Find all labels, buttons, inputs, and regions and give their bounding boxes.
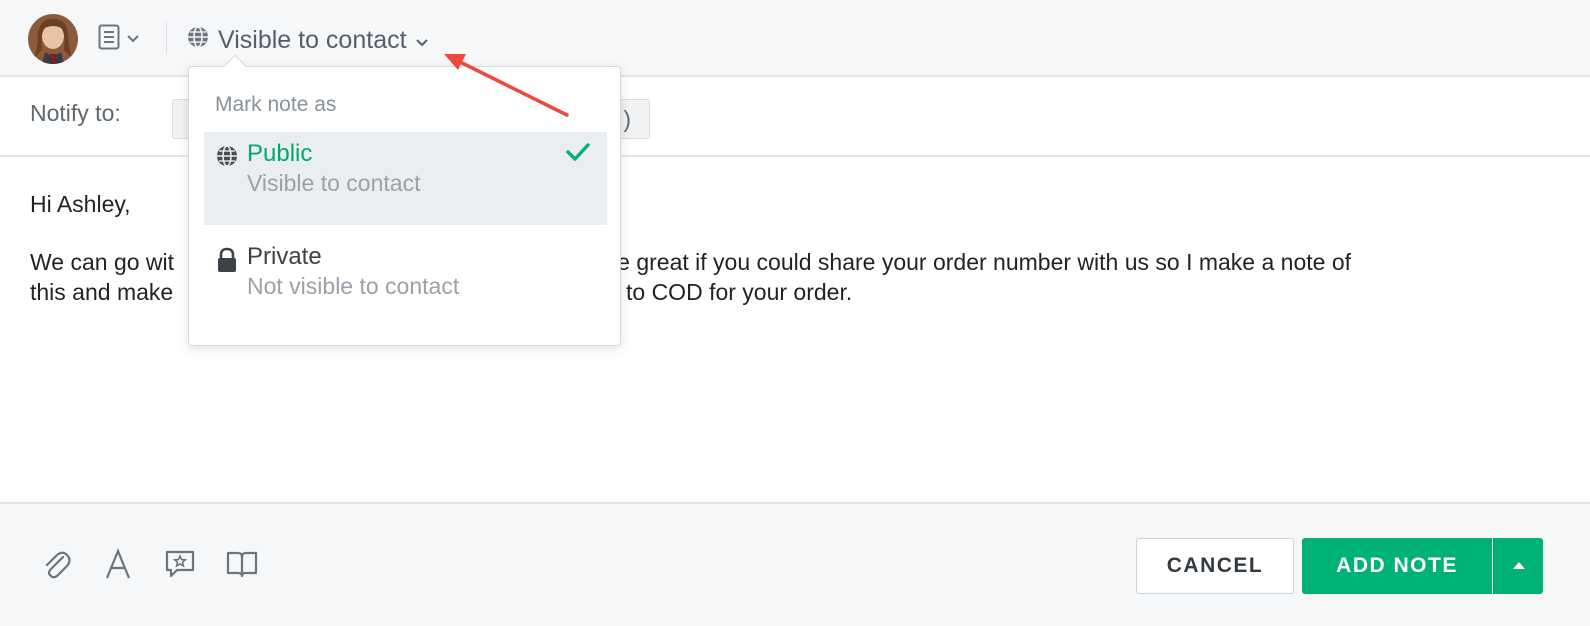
menu-item-title: Private — [247, 243, 322, 270]
annotation-arrow — [444, 54, 569, 117]
menu-item-private[interactable]: Private Not visible to contact — [204, 235, 607, 328]
menu-item-title: Public — [247, 140, 313, 167]
editor-line: We can go wit ery. It'd be great if you c… — [30, 247, 1351, 277]
menu-heading: Mark note as — [215, 93, 337, 116]
editor-line-end: ery. It'd be great if you could share yo… — [525, 249, 1352, 275]
text-format-icon[interactable] — [98, 544, 138, 584]
globe-icon — [215, 144, 239, 168]
notify-field-text: ) — [623, 106, 631, 132]
editor-line: this and make to COD for your order. — [30, 277, 852, 307]
cancel-button[interactable]: CANCEL — [1136, 538, 1294, 594]
lock-icon — [215, 247, 239, 272]
canned-response-icon[interactable] — [160, 544, 200, 584]
editor-line-start: this and make — [30, 279, 174, 305]
menu-item-description: Visible to contact — [247, 170, 421, 196]
avatar[interactable] — [28, 14, 78, 64]
notify-label: Notify to: — [30, 100, 121, 126]
editor-greeting: Hi Ashley, — [30, 191, 131, 217]
chevron-down-icon — [126, 31, 140, 49]
editor-footer: CANCEL ADD NOTE — [0, 502, 1590, 626]
book-icon[interactable] — [222, 544, 262, 584]
menu-item-description: Not visible to contact — [247, 273, 460, 299]
visibility-dropdown[interactable]: Visible to contact — [186, 20, 429, 60]
note-icon — [98, 24, 120, 55]
menu-item-public[interactable]: Public Visible to contact — [204, 132, 607, 225]
editor-line-start: We can go wit — [30, 249, 175, 275]
globe-icon — [186, 25, 210, 56]
editor-line-end: to COD for your order. — [626, 279, 853, 305]
visibility-label: Visible to contact — [218, 25, 407, 54]
checkmark-icon — [565, 140, 591, 164]
paperclip-icon[interactable] — [36, 544, 76, 584]
add-note-button[interactable]: ADD NOTE — [1302, 538, 1492, 594]
add-note-options-button[interactable] — [1493, 538, 1543, 594]
caret-up-icon — [1511, 557, 1527, 575]
note-type-dropdown[interactable] — [98, 24, 140, 55]
chevron-down-icon — [415, 26, 429, 55]
divider — [166, 22, 167, 54]
